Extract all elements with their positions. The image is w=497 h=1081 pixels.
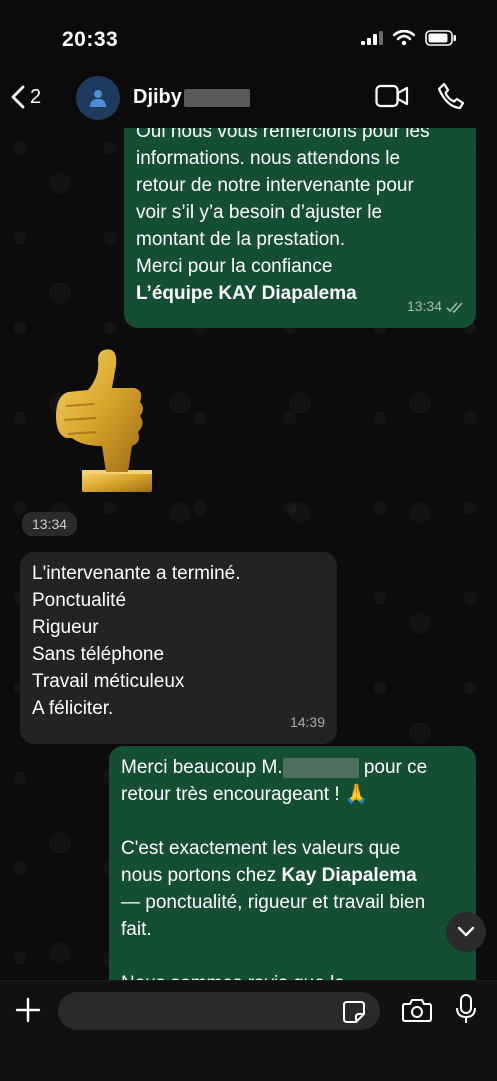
message-line: Merci pour la confiance xyxy=(136,256,333,277)
back-button[interactable]: 2 xyxy=(10,84,41,110)
message-line: Merci beaucoup M. pour ce xyxy=(121,757,428,778)
message-line: — ponctualité, rigueur et travail bien xyxy=(121,892,426,913)
back-chevron-icon xyxy=(11,85,25,109)
chat-header: 2 Djiby xyxy=(0,70,497,129)
double-check-icon xyxy=(446,301,463,313)
mic-button[interactable] xyxy=(456,994,476,1029)
message-line: nous portons chez Kay Diapalema xyxy=(121,865,417,886)
message-input[interactable] xyxy=(58,992,380,1030)
thumbs-up-sticker[interactable] xyxy=(42,346,162,496)
message-meta: 13:34 xyxy=(407,293,464,320)
plus-icon xyxy=(15,997,41,1023)
message-line: Nous sommes ravis que la xyxy=(121,970,464,980)
wifi-icon xyxy=(393,30,415,46)
message-line: C'est exactement les valeurs que xyxy=(121,838,401,859)
mic-icon xyxy=(456,994,476,1023)
message-line: montant de la prestation. xyxy=(136,229,346,250)
message-time: 13:34 xyxy=(406,298,442,314)
phone-icon xyxy=(437,82,465,110)
input-bar xyxy=(0,980,497,1081)
video-call-button[interactable] xyxy=(375,84,409,113)
message-line: L'intervenante a terminé. xyxy=(32,563,241,584)
contact-name[interactable]: Djiby xyxy=(133,86,250,109)
message-line: retour de notre intervenante pour xyxy=(136,175,414,196)
battery-icon xyxy=(425,30,456,46)
message-time: 14:39 xyxy=(289,714,325,730)
status-time: 20:33 xyxy=(62,28,119,51)
sticker-time: 13:34 xyxy=(22,512,78,536)
sticker-button[interactable] xyxy=(342,1000,366,1029)
status-icons xyxy=(361,30,457,46)
signal-icon xyxy=(361,31,383,45)
message-line: Sans téléphone xyxy=(32,644,165,665)
message-line: informations. nous attendons le xyxy=(136,148,401,169)
redacted-surname xyxy=(183,88,250,107)
message-line: Travail méticuleux xyxy=(32,671,185,692)
voice-call-button[interactable] xyxy=(437,82,465,115)
sticker-icon xyxy=(343,1001,365,1023)
camera-button[interactable] xyxy=(402,997,432,1028)
camera-icon xyxy=(402,999,432,1022)
outgoing-message[interactable]: Merci beaucoup M. pour ce retour très en… xyxy=(109,746,476,980)
message-line: Rigueur xyxy=(32,617,99,638)
outgoing-message[interactable]: Oui nous vous remercions pour les inform… xyxy=(124,128,476,328)
thumbs-up-icon xyxy=(56,349,152,492)
scroll-down-button[interactable] xyxy=(446,912,486,952)
avatar[interactable] xyxy=(76,76,120,120)
message-line: retour très encourageant ! 🙏 xyxy=(121,784,369,805)
message-meta: 14:39 xyxy=(290,709,325,736)
video-call-icon xyxy=(375,84,409,108)
chevron-down-icon xyxy=(457,926,475,937)
redacted-name xyxy=(282,757,359,778)
unread-count: 2 xyxy=(30,85,42,108)
message-line: Oui nous vous remercions pour les xyxy=(136,128,430,142)
status-bar: 20:33 xyxy=(0,0,497,70)
message-line: A féliciter. xyxy=(32,698,114,719)
incoming-message[interactable]: L'intervenante a terminé. Ponctualité Ri… xyxy=(20,552,337,744)
message-line: fait. xyxy=(121,919,152,940)
message-line: Ponctualité xyxy=(32,590,127,611)
person-icon xyxy=(90,90,106,107)
attach-button[interactable] xyxy=(14,996,42,1029)
message-line: voir s’il y’a besoin d’ajuster le xyxy=(136,202,383,223)
chat-area[interactable]: Oui nous vous remercions pour les inform… xyxy=(0,128,497,980)
